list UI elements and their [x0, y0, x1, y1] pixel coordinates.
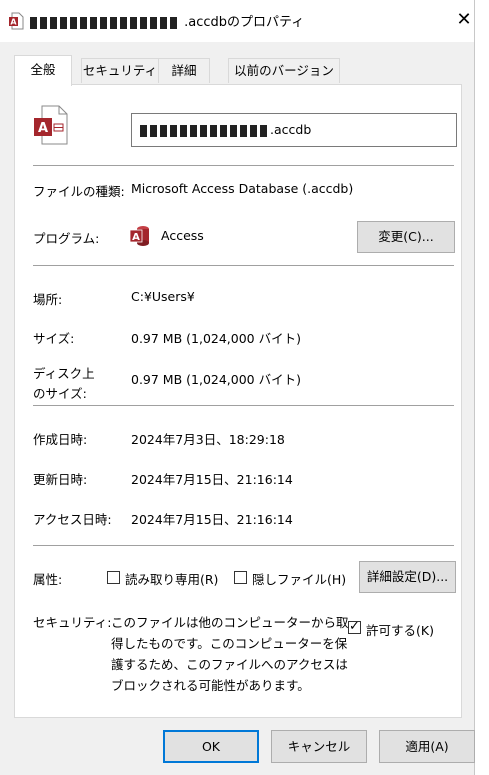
svg-text:A: A	[132, 232, 140, 243]
separator	[33, 165, 454, 166]
svg-text:A: A	[10, 18, 17, 27]
unblock-label[interactable]: 許可する(K)	[366, 620, 434, 639]
properties-dialog: A .accdbのプロパティ ✕ 全般 セキュリティ 詳細 以前のバージョン A…	[0, 0, 475, 775]
modified-label: 更新日時:	[33, 472, 88, 487]
filename-field[interactable]: .accdb	[131, 113, 457, 147]
created-label: 作成日時:	[33, 432, 88, 447]
location-value: C:¥Users¥	[131, 289, 195, 304]
separator	[33, 405, 454, 406]
size-value: 0.97 MB (1,024,000 バイト)	[131, 331, 301, 346]
background-strip	[475, 0, 489, 775]
tab-previous-versions[interactable]: 以前のバージョン	[228, 58, 340, 83]
unblock-checkbox[interactable]: ✓	[348, 619, 361, 634]
security-text-line1: このファイルは他のコンピューターから取	[111, 615, 349, 630]
access-file-icon: A	[9, 12, 24, 30]
security-label: セキュリティ:	[33, 615, 112, 630]
disk-size-value: 0.97 MB (1,024,000 バイト)	[131, 372, 301, 387]
filename-value: .accdb	[140, 122, 311, 137]
access-file-large-icon: A	[34, 105, 68, 145]
check-icon: ✓	[349, 619, 360, 634]
cancel-button[interactable]: キャンセル	[271, 730, 367, 763]
disk-size-label-line1: ディスク上	[33, 366, 95, 381]
accessed-label: アクセス日時:	[33, 512, 112, 527]
window-title: .accdbのプロパティ	[30, 11, 304, 30]
security-text-line4: ブロックされる可能性があります。	[111, 678, 310, 693]
tab-details[interactable]: 詳細	[158, 58, 210, 83]
apply-button[interactable]: 適用(A)	[379, 730, 475, 763]
modified-value: 2024年7月15日、21:16:14	[131, 472, 293, 487]
title-redacted-name	[30, 15, 184, 30]
filename-suffix: .accdb	[270, 122, 312, 137]
separator	[33, 545, 454, 546]
ok-button[interactable]: OK	[163, 730, 259, 763]
svg-text:A: A	[38, 121, 48, 136]
title-bar[interactable]: A .accdbのプロパティ ✕	[0, 0, 474, 42]
change-button[interactable]: 変更(C)...	[357, 221, 455, 253]
security-text-line3: 護するため、このファイルへのアクセスは	[111, 657, 348, 672]
readonly-checkbox[interactable]	[107, 571, 120, 584]
title-text: .accdbのプロパティ	[184, 15, 305, 30]
file-type-value: Microsoft Access Database (.accdb)	[131, 181, 354, 196]
hidden-checkbox[interactable]	[234, 571, 247, 584]
attributes-label: 属性:	[33, 572, 63, 587]
tab-general[interactable]: 全般	[14, 55, 72, 86]
access-app-icon: A	[130, 226, 149, 246]
advanced-button[interactable]: 詳細設定(D)...	[359, 561, 456, 593]
tab-security[interactable]: セキュリティ	[81, 58, 159, 83]
accessed-value: 2024年7月15日、21:16:14	[131, 512, 293, 527]
close-icon[interactable]: ✕	[452, 8, 476, 32]
hidden-label[interactable]: 隠しファイル(H)	[252, 569, 346, 588]
location-label: 場所:	[33, 292, 63, 307]
separator	[33, 265, 454, 266]
disk-size-label-line2: のサイズ:	[33, 386, 87, 401]
size-label: サイズ:	[33, 331, 75, 346]
readonly-label[interactable]: 読み取り専用(R)	[125, 569, 218, 588]
security-text-line2: 得したものです。このコンピューターを保	[111, 636, 348, 651]
created-value: 2024年7月3日、18:29:18	[131, 432, 285, 447]
program-value: Access	[161, 228, 204, 243]
program-label: プログラム:	[33, 231, 100, 246]
general-panel: A .accdb ファイルの種類: Microsoft Access Datab…	[14, 84, 462, 718]
file-type-label: ファイルの種類:	[33, 184, 125, 199]
